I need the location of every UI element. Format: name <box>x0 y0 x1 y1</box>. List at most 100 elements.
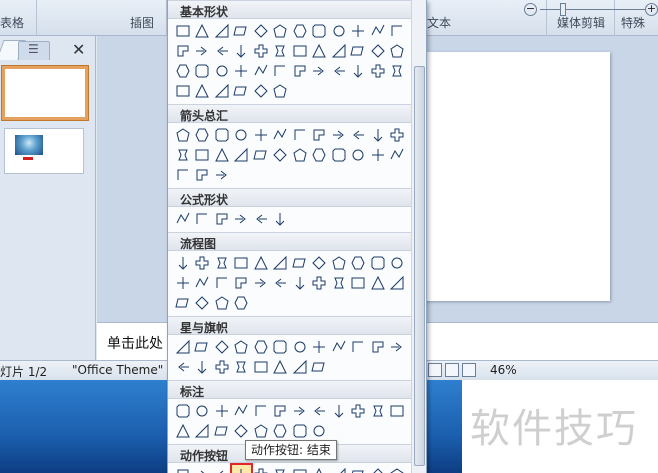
shape-button[interactable] <box>271 401 291 421</box>
tab-outline[interactable]: ☰ <box>18 41 50 60</box>
shape-button[interactable] <box>290 421 310 441</box>
shape-button[interactable] <box>310 41 330 61</box>
shape-button[interactable] <box>173 41 193 61</box>
shape-button[interactable] <box>212 421 232 441</box>
shape-button[interactable] <box>368 253 388 273</box>
zoom-slider-thumb[interactable] <box>560 3 566 16</box>
shape-button[interactable] <box>271 253 291 273</box>
close-pane-button[interactable]: ✕ <box>72 40 85 59</box>
shape-button[interactable] <box>173 21 193 41</box>
dropdown-scrollbar[interactable] <box>411 0 426 473</box>
shape-button[interactable] <box>388 253 408 273</box>
shape-button[interactable] <box>271 357 291 377</box>
shape-button[interactable] <box>232 421 252 441</box>
shape-button[interactable] <box>232 61 252 81</box>
slide-sorter-button[interactable] <box>445 363 459 377</box>
shape-button[interactable] <box>193 125 213 145</box>
shape-button[interactable] <box>290 61 310 81</box>
shape-button[interactable] <box>388 41 408 61</box>
ribbon-group-illustrations[interactable]: 插图 <box>37 0 167 36</box>
shape-button[interactable] <box>193 209 213 229</box>
shape-button[interactable] <box>310 21 330 41</box>
shape-button[interactable] <box>349 61 369 81</box>
shape-button[interactable] <box>329 21 349 41</box>
shape-button[interactable] <box>290 41 310 61</box>
shape-button[interactable] <box>290 337 310 357</box>
shape-button[interactable] <box>193 401 213 421</box>
shape-button[interactable] <box>349 145 369 165</box>
shape-button[interactable] <box>329 125 349 145</box>
shape-button[interactable] <box>388 337 408 357</box>
shape-button[interactable] <box>173 293 193 313</box>
shape-button[interactable] <box>310 253 330 273</box>
shape-button[interactable] <box>310 61 330 81</box>
shape-button[interactable] <box>232 273 252 293</box>
shape-button[interactable] <box>388 273 408 293</box>
shape-button[interactable] <box>232 125 252 145</box>
shape-button[interactable] <box>193 357 213 377</box>
shape-button[interactable] <box>173 337 193 357</box>
shape-button[interactable] <box>329 465 349 473</box>
shape-button[interactable] <box>251 61 271 81</box>
shape-button[interactable] <box>329 253 349 273</box>
action-button-end[interactable] <box>229 463 253 473</box>
shape-button[interactable] <box>349 401 369 421</box>
shape-button[interactable] <box>251 337 271 357</box>
shape-button[interactable] <box>173 145 193 165</box>
shape-button[interactable] <box>310 337 330 357</box>
shape-button[interactable] <box>388 145 408 165</box>
shape-button[interactable] <box>173 401 193 421</box>
shape-button[interactable] <box>251 421 271 441</box>
shape-button[interactable] <box>290 401 310 421</box>
shape-button[interactable] <box>349 465 369 473</box>
shape-button[interactable] <box>329 145 349 165</box>
shape-button[interactable] <box>232 41 252 61</box>
shape-button[interactable] <box>173 357 193 377</box>
shape-button[interactable] <box>329 273 349 293</box>
shape-button[interactable] <box>232 357 252 377</box>
shape-button[interactable] <box>173 273 193 293</box>
shape-button[interactable] <box>251 145 271 165</box>
scrollbar-thumb[interactable] <box>414 66 425 466</box>
shape-button[interactable] <box>251 21 271 41</box>
shape-button[interactable] <box>310 145 330 165</box>
shape-button[interactable] <box>271 125 291 145</box>
shape-button[interactable] <box>193 81 213 101</box>
shape-button[interactable] <box>271 41 291 61</box>
shape-button[interactable] <box>193 61 213 81</box>
shape-button[interactable] <box>232 401 252 421</box>
shape-button[interactable] <box>193 165 213 185</box>
shape-button[interactable] <box>368 41 388 61</box>
shape-button[interactable] <box>310 401 330 421</box>
shape-button[interactable] <box>193 421 213 441</box>
shape-button[interactable] <box>290 125 310 145</box>
shape-button[interactable] <box>173 421 193 441</box>
shape-button[interactable] <box>368 465 388 473</box>
slide-thumbnail-2[interactable] <box>4 128 84 174</box>
shape-button[interactable] <box>232 293 252 313</box>
shape-button[interactable] <box>193 253 213 273</box>
shape-button[interactable] <box>232 253 252 273</box>
shape-button[interactable] <box>212 81 232 101</box>
shape-button[interactable] <box>310 273 330 293</box>
shape-button[interactable] <box>251 465 271 473</box>
shape-button[interactable] <box>251 357 271 377</box>
shape-button[interactable] <box>329 41 349 61</box>
shape-button[interactable] <box>290 21 310 41</box>
shape-button[interactable] <box>388 61 408 81</box>
shape-button[interactable] <box>173 81 193 101</box>
shape-button[interactable] <box>290 253 310 273</box>
shape-button[interactable] <box>368 273 388 293</box>
shape-button[interactable] <box>193 293 213 313</box>
shape-button[interactable] <box>290 357 310 377</box>
shape-button[interactable] <box>212 337 232 357</box>
shape-button[interactable] <box>310 125 330 145</box>
shape-button[interactable] <box>290 465 310 473</box>
shape-button[interactable] <box>251 125 271 145</box>
shape-button[interactable] <box>310 465 330 473</box>
shape-button[interactable] <box>232 337 252 357</box>
shape-button[interactable] <box>271 421 291 441</box>
shape-button[interactable] <box>368 125 388 145</box>
slide-canvas[interactable] <box>422 52 610 301</box>
shape-button[interactable] <box>212 125 232 145</box>
